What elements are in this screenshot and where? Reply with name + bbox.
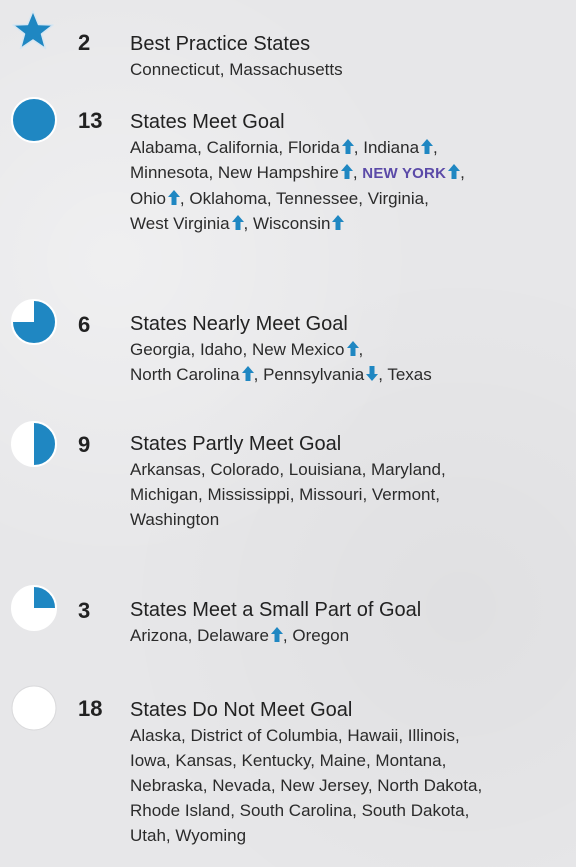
state-michigan: Michigan: [130, 485, 199, 504]
up-arrow-icon: [421, 139, 434, 154]
group-title: States Nearly Meet Goal: [130, 313, 348, 335]
state-maine: Maine: [319, 751, 366, 770]
state-north-carolina: North Carolina: [130, 365, 254, 384]
state-california: California: [206, 138, 279, 157]
state-arkansas: Arkansas: [130, 460, 201, 479]
state-west-virginia: West Virginia: [130, 214, 244, 233]
state-oregon: Oregon: [292, 626, 350, 645]
state-new-hampshire: New Hampshire: [218, 163, 353, 182]
state-oklahoma: Oklahoma: [189, 189, 267, 208]
group-title: States Meet a Small Part of Goal: [130, 599, 422, 621]
star-icon: [12, 10, 60, 58]
state-north-dakota: North Dakota: [377, 776, 478, 795]
state-list: Alabama, California, Florida, Indiana, M…: [130, 138, 465, 233]
state-virginia: Virginia: [367, 189, 425, 208]
state-list: Connecticut, Massachusetts: [130, 60, 343, 79]
up-arrow-icon: [340, 164, 353, 179]
state-new-jersey: New Jersey: [280, 776, 368, 795]
state-list: Georgia, Idaho, New Mexico, North Caroli…: [130, 340, 432, 384]
state-new-mexico: New Mexico: [252, 340, 359, 359]
group-count: 9: [78, 432, 91, 457]
goal-legend: 2 Best Practice States Connecticut, Mass…: [0, 0, 576, 867]
state-ohio: Ohio: [130, 189, 180, 208]
state-nebraska: Nebraska: [130, 776, 203, 795]
up-arrow-icon: [270, 627, 283, 642]
full-circle-icon: [10, 96, 58, 144]
state-kentucky: Kentucky: [241, 751, 311, 770]
state-tennessee: Tennessee: [276, 189, 359, 208]
state-georgia: Georgia: [130, 340, 191, 359]
state-alabama: Alabama: [130, 138, 198, 157]
state-colorado: Colorado: [210, 460, 280, 479]
state-vermont: Vermont: [371, 485, 436, 504]
state-florida: Florida: [288, 138, 354, 157]
state-indiana: Indiana: [363, 138, 434, 157]
quarter-circle-icon: [10, 584, 58, 632]
up-arrow-icon: [346, 341, 359, 356]
state-kansas: Kansas: [175, 751, 233, 770]
group-count: 18: [78, 696, 103, 721]
state-connecticut: Connecticut: [130, 60, 220, 79]
up-arrow-icon: [332, 215, 345, 230]
state-massachusetts: Massachusetts: [229, 60, 343, 79]
state-montana: Montana: [375, 751, 442, 770]
three-quarter-circle-icon: [10, 298, 58, 346]
state-minnesota: Minnesota: [130, 163, 209, 182]
state-wyoming: Wyoming: [175, 826, 247, 845]
state-delaware: Delaware: [197, 626, 283, 645]
group-count: 6: [78, 312, 91, 337]
state-alaska: Alaska: [130, 726, 182, 745]
state-utah: Utah: [130, 826, 166, 845]
state-washington: Washington: [130, 510, 220, 529]
state-hawaii: Hawaii: [347, 726, 399, 745]
group-title: States Partly Meet Goal: [130, 433, 342, 455]
state-south-carolina: South Carolina: [239, 801, 353, 820]
group-title: States Meet Goal: [130, 111, 285, 133]
state-idaho: Idaho: [199, 340, 243, 359]
up-arrow-icon: [231, 215, 244, 230]
state-district-of-columbia: District of Columbia: [190, 726, 338, 745]
state-pennsylvania: Pennsylvania: [263, 365, 379, 384]
group-count: 3: [78, 598, 91, 623]
up-arrow-icon: [448, 164, 461, 179]
state-list: Arizona, Delaware, Oregon: [130, 626, 350, 645]
state-arizona: Arizona: [130, 626, 188, 645]
group-title: Best Practice States: [130, 33, 311, 55]
state-new-york: NEW YORK: [362, 164, 461, 182]
state-wisconsin: Wisconsin: [253, 214, 345, 233]
down-arrow-icon: [366, 366, 379, 381]
empty-circle-icon: [10, 684, 58, 732]
group-count: 2: [78, 30, 91, 55]
group-count: 13: [78, 108, 103, 133]
up-arrow-icon: [241, 366, 254, 381]
group-title: States Do Not Meet Goal: [130, 699, 353, 721]
state-maryland: Maryland: [371, 460, 441, 479]
state-list: Alaska, District of Columbia, Hawaii, Il…: [130, 726, 483, 845]
state-iowa: Iowa: [130, 751, 166, 770]
half-circle-icon: [10, 420, 58, 468]
state-rhode-island: Rhode Island: [130, 801, 231, 820]
state-list: Arkansas, Colorado, Louisiana, Maryland,…: [130, 460, 446, 529]
state-south-dakota: South Dakota: [361, 801, 465, 820]
state-nevada: Nevada: [212, 776, 271, 795]
state-illinois: Illinois: [407, 726, 456, 745]
state-mississippi: Mississippi: [207, 485, 290, 504]
state-missouri: Missouri: [299, 485, 363, 504]
up-arrow-icon: [167, 190, 180, 205]
up-arrow-icon: [341, 139, 354, 154]
state-texas: Texas: [387, 365, 432, 384]
state-louisiana: Louisiana: [288, 460, 362, 479]
